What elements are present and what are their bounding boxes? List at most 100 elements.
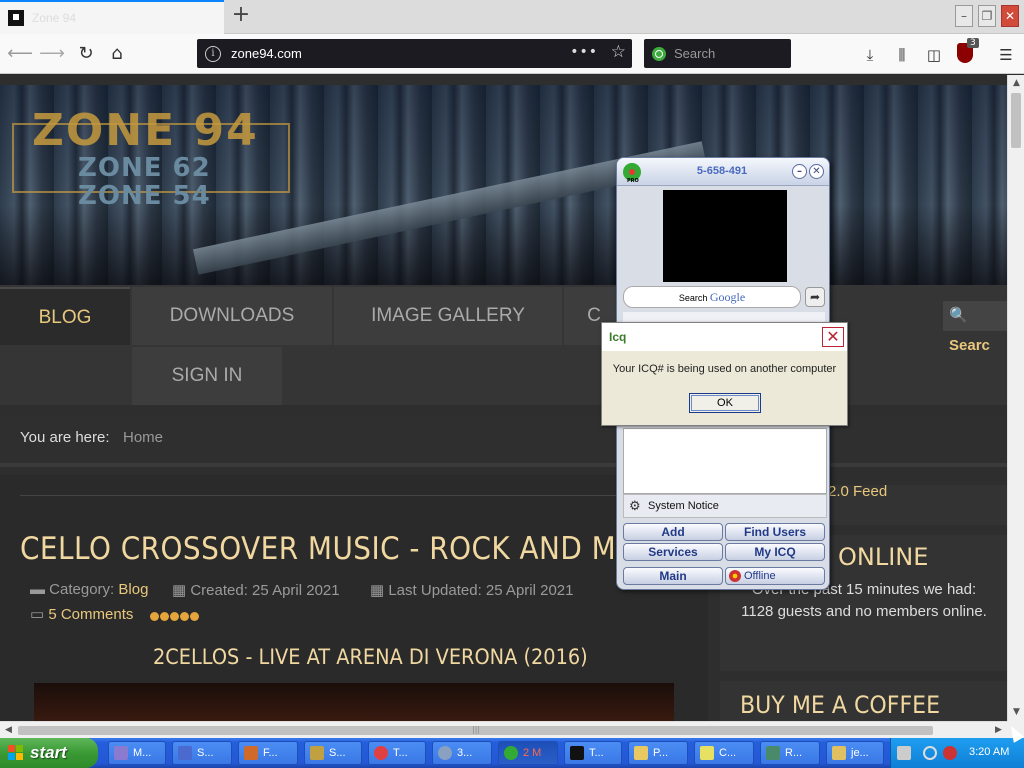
icq-my-icq-button[interactable]: My ICQ <box>725 543 825 561</box>
site-logo-main[interactable]: ZONE 94 <box>32 105 259 156</box>
scroll-left-arrow-icon[interactable]: ◀ <box>0 722 17 739</box>
comments-link[interactable]: 5 Comments <box>48 606 133 623</box>
icq-google-search-field[interactable]: Search Google <box>623 286 801 308</box>
taskbar-item[interactable]: C... <box>694 741 754 765</box>
sidebar-icon[interactable]: ◫ <box>923 44 945 66</box>
taskbar-item[interactable]: T... <box>368 741 426 765</box>
scroll-grip-icon: ||| <box>472 725 481 734</box>
icq-ad-banner[interactable] <box>663 190 787 282</box>
menu-item-sign-in[interactable]: SIGN IN <box>132 347 282 405</box>
new-tab-plus-icon[interactable]: + <box>228 3 254 29</box>
restore-button[interactable]: ❐ <box>978 5 996 27</box>
dialog-titlebar[interactable]: Icq ✕ <box>602 323 847 351</box>
ublock-badge: 3 <box>967 38 979 48</box>
start-button[interactable]: start <box>0 738 98 768</box>
menu-item-image-gallery[interactable]: IMAGE GALLERY <box>334 287 562 345</box>
taskbar-item[interactable]: T... <box>564 741 622 765</box>
downloads-icon[interactable]: ⤓ <box>859 44 881 66</box>
taskbar-item-label: F... <box>263 747 278 759</box>
breadcrumb-label: You are here: <box>20 429 110 446</box>
icq-search-go-icon[interactable]: ➦ <box>805 287 825 307</box>
library-icon[interactable]: ⫼ <box>891 44 913 66</box>
menu-item-blog[interactable]: BLOG <box>0 287 130 345</box>
taskbar-item-label: R... <box>785 747 803 759</box>
icq-tray-icon[interactable] <box>943 746 957 760</box>
taskbar-item[interactable]: je... <box>826 741 884 765</box>
icq-search-prefix: Search <box>678 293 708 303</box>
breadcrumb-home-link[interactable]: Home <box>123 429 163 446</box>
icq-system-notice[interactable]: ⚙ System Notice <box>623 494 827 518</box>
taskbar-item[interactable]: S... <box>172 741 232 765</box>
dialog-message: Your ICQ# is being used on another compu… <box>612 363 837 375</box>
taskbar-item[interactable]: P... <box>628 741 688 765</box>
icq-status-button[interactable]: Offline <box>725 567 825 585</box>
taskbar-item[interactable]: M... <box>108 741 166 765</box>
vertical-scroll-thumb[interactable] <box>1011 93 1021 148</box>
taskbar-item-active[interactable]: 2 M <box>498 741 558 765</box>
scroll-up-arrow-icon[interactable]: ▲ <box>1008 75 1024 92</box>
taskbar-item[interactable]: F... <box>238 741 298 765</box>
category-link[interactable]: Blog <box>118 581 148 598</box>
home-icon[interactable]: ⌂ <box>103 40 131 68</box>
browser-tab[interactable]: Zone 94 <box>0 0 224 34</box>
search-input[interactable]: Search <box>644 39 791 68</box>
back-arrow-icon[interactable]: ⟵ <box>6 40 34 68</box>
site-search-button[interactable]: 🔍Searc <box>943 301 1007 354</box>
created-date: Created: 25 April 2021 <box>190 582 340 599</box>
taskbar-item[interactable]: S... <box>304 741 362 765</box>
icq-contact-list[interactable] <box>623 428 827 494</box>
bookmark-star-icon[interactable]: ☆ <box>611 42 626 62</box>
screen: Zone 94 + – ❐ ✕ ⟵ ⟶ ↻ ⌂ i zone94.com •••… <box>0 0 1024 768</box>
article-divider <box>20 495 700 496</box>
menu-item-downloads[interactable]: DOWNLOADS <box>132 287 332 345</box>
minimize-button[interactable]: – <box>955 5 973 27</box>
address-bar[interactable]: i zone94.com ••• ☆ <box>197 39 632 68</box>
icq-titlebar[interactable]: PRO 5-658-491 – ✕ <box>617 158 829 186</box>
vertical-scrollbar[interactable]: ▲ ▼ <box>1007 75 1024 721</box>
page-actions-icon[interactable]: ••• <box>570 44 598 60</box>
browser-tab-bar: Zone 94 + – ❐ ✕ <box>0 0 1024 34</box>
app-icon <box>310 746 324 760</box>
taskbar-item-label: P... <box>653 747 669 759</box>
reload-icon[interactable]: ↻ <box>72 40 100 68</box>
icq-minimize-button[interactable]: – <box>792 164 807 179</box>
app-icon <box>832 746 846 760</box>
comment-icon: ▭ <box>30 606 49 623</box>
icq-close-button[interactable]: ✕ <box>809 164 824 179</box>
icq-main-button[interactable]: Main <box>623 567 723 585</box>
taskbar-item-label: S... <box>197 747 214 759</box>
site-info-icon[interactable]: i <box>205 45 221 62</box>
calendar-icon: ▦ <box>172 582 191 599</box>
icq-alert-dialog: Icq ✕ Your ICQ# is being used on another… <box>601 322 848 426</box>
taskbar-item[interactable]: R... <box>760 741 820 765</box>
dialog-close-button[interactable]: ✕ <box>822 327 844 347</box>
video-embed[interactable] <box>34 683 674 721</box>
site-logo-sub2: ZONE 54 <box>78 181 211 211</box>
app-icon <box>438 746 452 760</box>
icq-flower-icon <box>504 746 518 760</box>
dialog-ok-button[interactable]: OK <box>689 393 761 413</box>
article-updated: ▦ Last Updated: 25 April 2021 <box>370 581 573 599</box>
hamburger-menu-icon[interactable]: ☰ <box>995 44 1017 66</box>
taskbar-item[interactable]: 3... <box>432 741 492 765</box>
article-category: ▬ Category: Blog <box>30 581 148 598</box>
scroll-down-arrow-icon[interactable]: ▼ <box>1008 704 1024 721</box>
close-window-button[interactable]: ✕ <box>1001 5 1019 27</box>
horizontal-scrollbar[interactable]: ◀ ||| ▶ <box>0 721 1007 738</box>
icq-find-users-button[interactable]: Find Users <box>725 523 825 541</box>
icq-services-button[interactable]: Services <box>623 543 723 561</box>
folder-icon: ▬ <box>30 581 50 598</box>
forward-arrow-icon[interactable]: ⟶ <box>38 40 66 68</box>
web-page: ZONE 94 ZONE 62 ZONE 54 BLOG DOWNLOADS I… <box>0 75 1007 721</box>
icq-add-button[interactable]: Add <box>623 523 723 541</box>
rating-star-icon <box>170 612 179 621</box>
rating-stars[interactable] <box>150 606 200 625</box>
article-title[interactable]: CELLO CROSSOVER MUSIC - ROCK AND METAL <box>20 531 685 567</box>
scroll-right-arrow-icon[interactable]: ▶ <box>990 722 1007 739</box>
article: CELLO CROSSOVER MUSIC - ROCK AND METAL ▬… <box>0 475 708 721</box>
tray-chevron-icon[interactable] <box>923 746 937 760</box>
keyboard-icon[interactable] <box>897 746 911 760</box>
site-favicon-icon <box>8 10 24 26</box>
rss-feed-link[interactable]: 2.0 Feed <box>828 483 887 500</box>
clock: 3:20 AM <box>969 746 1010 758</box>
